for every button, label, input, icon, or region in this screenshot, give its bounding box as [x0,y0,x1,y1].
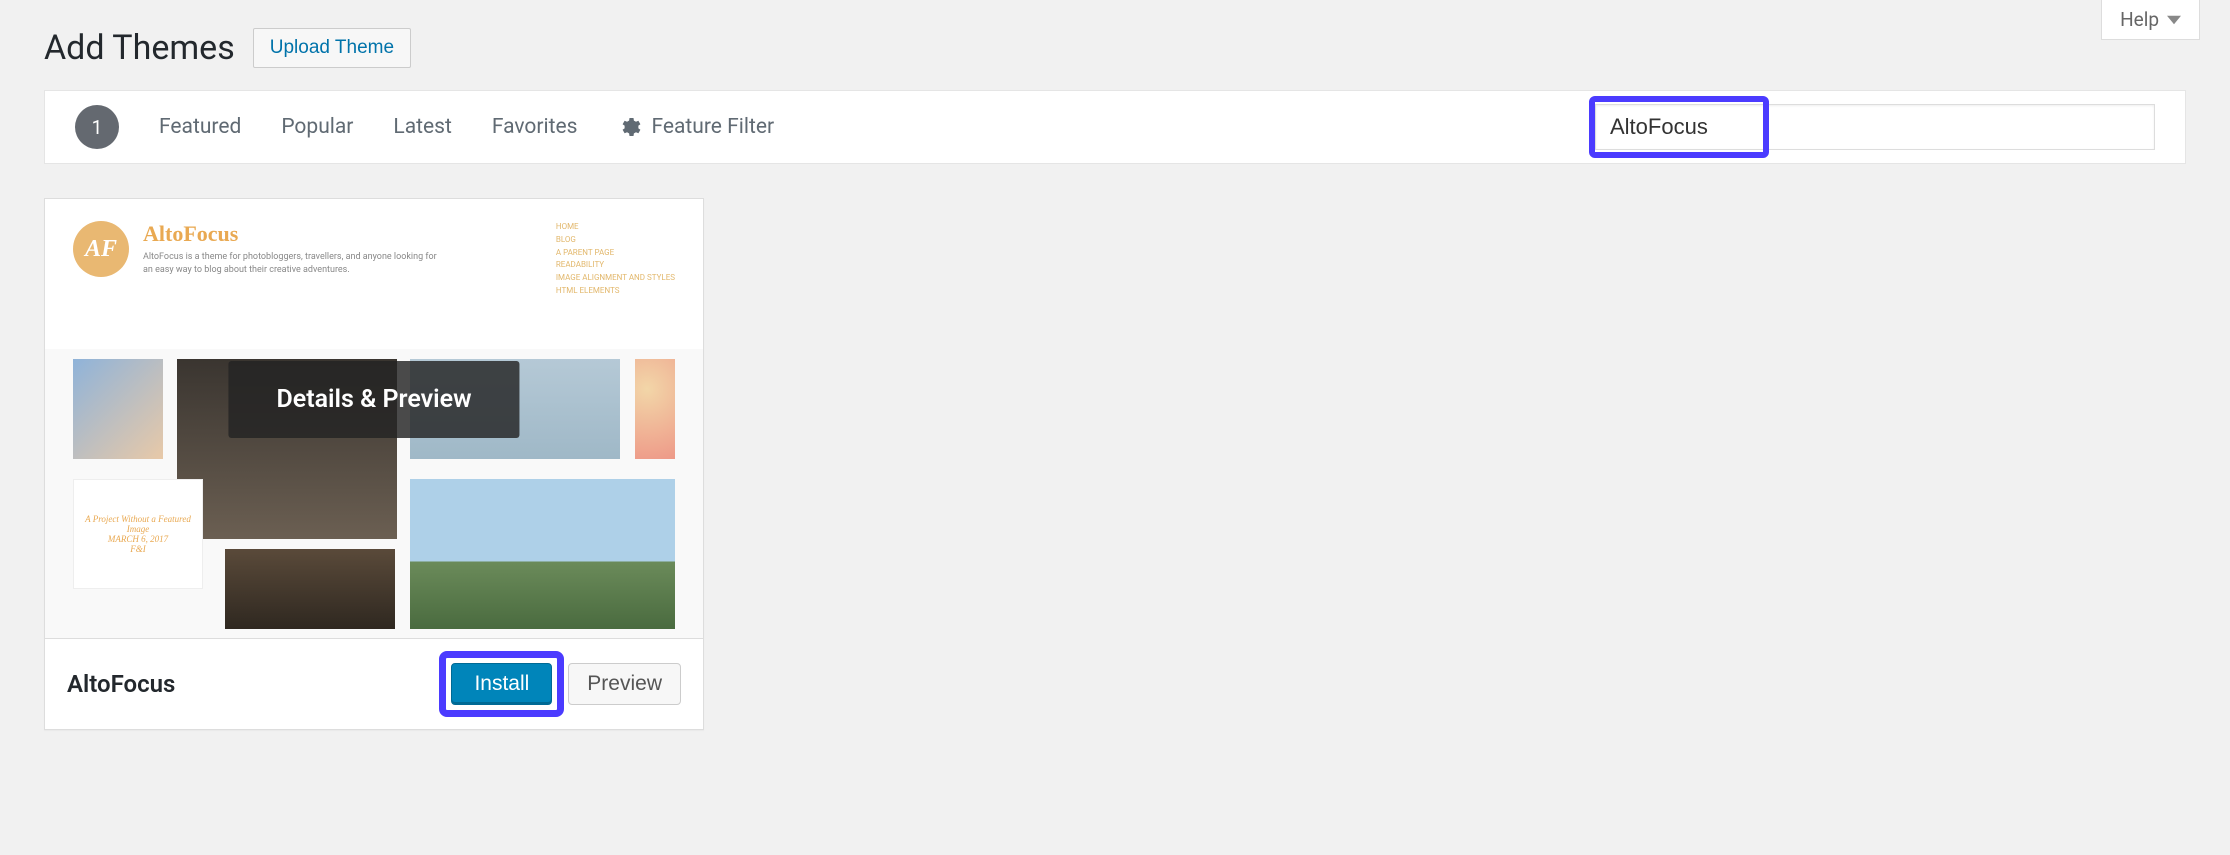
page-header: Add Themes Upload Theme [0,0,2230,90]
screenshot-text-card: A Project Without a Featured Image MARCH… [73,479,203,589]
screenshot-tile [73,359,163,459]
feature-filter-label: Feature Filter [651,115,774,139]
screenshot-desc: AltoFocus is a theme for photobloggers, … [143,251,443,276]
install-button[interactable]: Install [451,663,552,705]
filter-popular[interactable]: Popular [281,115,353,139]
screenshot-tile [635,359,675,459]
theme-footer: AltoFocus Install Preview [45,639,703,729]
screenshot-title: AltoFocus [143,221,542,247]
filter-favorites[interactable]: Favorites [492,115,578,139]
chevron-down-icon [2167,13,2181,27]
gear-icon [617,115,641,139]
screenshot-logo: AF [73,221,129,277]
preview-button[interactable]: Preview [568,663,681,705]
screenshot-tile [225,549,395,629]
help-label: Help [2120,8,2159,31]
theme-screenshot: AF AltoFocus AltoFocus is a theme for ph… [45,199,703,639]
feature-filter-button[interactable]: Feature Filter [617,115,774,139]
theme-card[interactable]: AF AltoFocus AltoFocus is a theme for ph… [44,198,704,730]
upload-theme-button[interactable]: Upload Theme [253,28,411,68]
filter-latest[interactable]: Latest [393,115,451,139]
filter-bar: 1 Featured Popular Latest Favorites Feat… [44,90,2186,164]
help-tab[interactable]: Help [2101,0,2200,40]
search-wrap [1595,104,2155,150]
page-title: Add Themes [44,28,235,68]
result-count-badge: 1 [75,105,119,149]
screenshot-tile [410,479,675,629]
themes-grid: AF AltoFocus AltoFocus is a theme for ph… [0,164,2230,764]
theme-name: AltoFocus [67,670,451,698]
filter-featured[interactable]: Featured [159,115,241,139]
search-input[interactable] [1595,104,2155,150]
screenshot-menu: HOME BLOG A PARENT PAGE READABILITY IMAG… [556,221,675,298]
details-preview-button[interactable]: Details & Preview [228,361,519,438]
